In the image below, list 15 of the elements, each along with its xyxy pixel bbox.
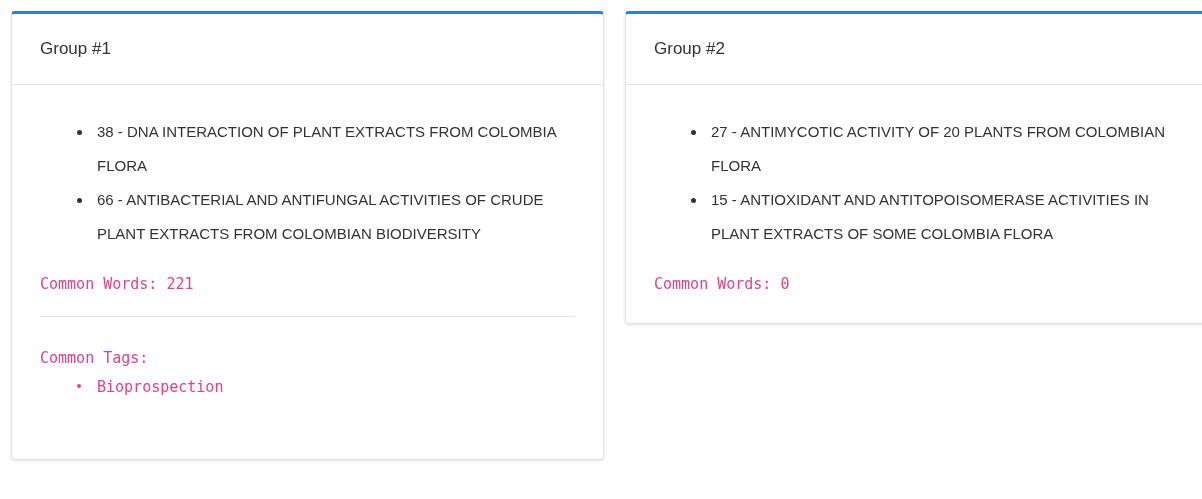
paper-title: 27 - ANTIMYCOTIC ACTIVITY OF 20 PLANTS FROM COLOMBIAN FLORA — [711, 122, 1166, 176]
common-words-count: Common Words: 0 — [654, 274, 791, 295]
paper-title: 15 - ANTIOXIDANT AND ANTITOPOISOMERASE ACTIVITIES IN PLANT EXTRACTS OF SOME COLOMBIA FLORA — [711, 190, 1150, 244]
bullet-icon — [77, 130, 82, 135]
bullet-icon — [77, 384, 81, 388]
tag-text: Bioprospection — [97, 378, 224, 396]
common-tags-label: Common Tags: — [40, 347, 150, 369]
paper-title: 38 - DNA INTERACTION OF PLANT EXTRACTS FROM COLOMBIA FLORA — [97, 122, 558, 176]
card-title: Group #2 — [654, 38, 725, 61]
bullet-icon — [691, 198, 696, 203]
paper-title: 66 - ANTIBACTERIAL AND ANTIFUNGAL ACTIVITIES OF CRUDE PLANT EXTRACTS FROM COLOMBIAN BIODIVERSITY — [97, 190, 545, 244]
common-words-count: Common Words: 221 — [40, 274, 195, 295]
bullet-icon — [691, 130, 696, 135]
card-title: Group #1 — [40, 38, 111, 61]
bullet-icon — [77, 198, 82, 203]
